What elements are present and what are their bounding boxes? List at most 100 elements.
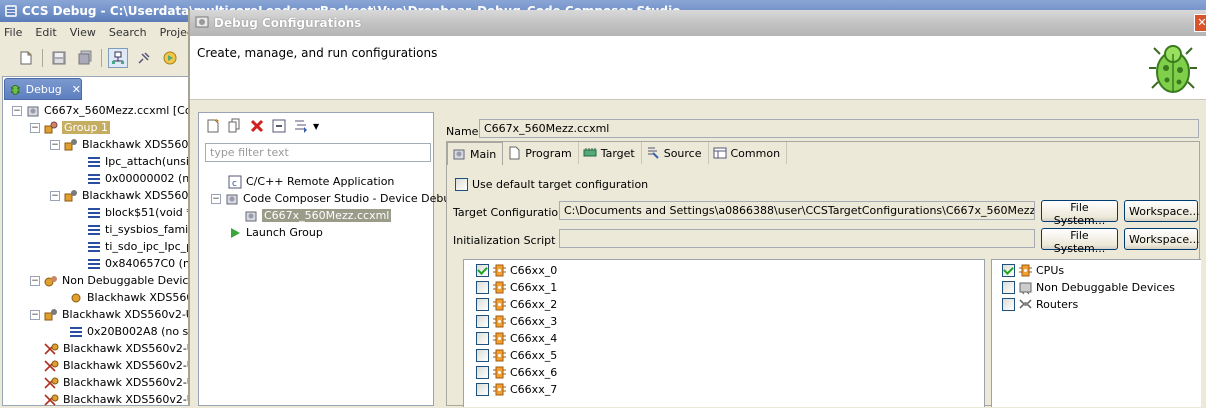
config-item-launch-group[interactable]: Launch Group: [227, 224, 323, 241]
collapse-icon[interactable]: −: [50, 190, 60, 201]
device-filter-checkbox[interactable]: [1002, 281, 1015, 294]
core-item[interactable]: C66xx_3: [476, 313, 557, 330]
debug-button[interactable]: [160, 48, 180, 68]
target-configuration-field[interactable]: C:\Documents and Settings\a0866388\user\…: [559, 201, 1035, 220]
core-item[interactable]: C66xx_7: [476, 381, 557, 398]
core-item[interactable]: C66xx_1: [476, 279, 557, 296]
tree-item[interactable]: Blackhawk XDS560v2-US: [44, 340, 202, 357]
script-file-system-button[interactable]: File System...: [1041, 228, 1118, 255]
tree-item[interactable]: Blackhawk XDS560v2-US: [44, 357, 202, 374]
tab-debug[interactable]: Debug ✕: [4, 78, 82, 100]
device-filter-item[interactable]: CPUs: [1002, 262, 1064, 279]
tree-item[interactable]: − Blackhawk XDS560v2: [50, 136, 202, 153]
tree-item[interactable]: Blackhawk XDS560v2-US: [44, 391, 202, 408]
program-icon: [509, 146, 520, 160]
menu-view[interactable]: View: [70, 26, 96, 39]
core-checkbox[interactable]: [476, 349, 489, 362]
menu-search[interactable]: Search: [109, 26, 147, 39]
device-filter-item[interactable]: Routers: [1002, 296, 1078, 313]
tree-item[interactable]: Ipc_attach(unsig: [86, 153, 196, 170]
filter-input[interactable]: [205, 143, 431, 162]
tree-item[interactable]: − Blackhawk XDS560v2: [50, 187, 202, 204]
name-field[interactable]: C667x_560Mezz.ccxml: [479, 119, 1199, 138]
core-item[interactable]: C66xx_5: [476, 347, 557, 364]
tree-item[interactable]: ti_sysbios_family: [86, 221, 198, 238]
new-configuration-button[interactable]: [203, 116, 223, 136]
collapse-icon[interactable]: −: [12, 105, 22, 116]
new-file-button[interactable]: [16, 48, 36, 68]
tree-item[interactable]: − Non Debuggable Devices: [30, 272, 201, 289]
debug-device-icon: [64, 138, 77, 150]
tree-item[interactable]: 0x840657C0 (no: [86, 255, 197, 272]
close-icon[interactable]: ✕: [72, 83, 81, 96]
script-workspace-button[interactable]: Workspace...: [1124, 228, 1200, 250]
tab-target[interactable]: Target: [578, 142, 642, 164]
core-checkbox[interactable]: [476, 383, 489, 396]
core-item[interactable]: C66xx_4: [476, 330, 557, 347]
tree-item[interactable]: Blackhawk XDS560v2-US: [44, 374, 202, 391]
tree-item-label: Blackhawk XDS560v2-US: [63, 342, 202, 355]
disconnected-device-icon: [44, 376, 59, 389]
chevron-down-icon[interactable]: ▼: [313, 122, 319, 131]
tab-main[interactable]: Main: [447, 142, 504, 165]
tab-program[interactable]: Program: [503, 142, 579, 164]
menu-edit[interactable]: Edit: [35, 26, 56, 39]
core-item[interactable]: C66xx_6: [476, 364, 557, 381]
tree-item[interactable]: 0x00000002 (no: [86, 170, 196, 187]
core-label: C66xx_4: [510, 332, 558, 345]
collapse-icon[interactable]: −: [50, 139, 60, 150]
save-button[interactable]: [49, 48, 69, 68]
tab-source[interactable]: Source: [641, 142, 709, 164]
initialization-script-field[interactable]: [559, 229, 1035, 248]
config-item-ccs-device-debug[interactable]: − Code Composer Studio - Device Debug: [211, 190, 457, 207]
core-item[interactable]: C66xx_0: [476, 262, 557, 279]
duplicate-configuration-button[interactable]: [225, 116, 245, 136]
collapse-icon[interactable]: −: [30, 122, 40, 133]
collapse-icon[interactable]: −: [211, 193, 221, 204]
target-workspace-button[interactable]: Workspace...: [1124, 200, 1200, 222]
connect-button[interactable]: [134, 48, 154, 68]
config-item-cpp-remote[interactable]: c C/C++ Remote Application: [227, 173, 394, 190]
device-filter-checkbox[interactable]: [1002, 298, 1015, 311]
target-file-system-button[interactable]: File System...: [1041, 200, 1118, 227]
dialog-close-button[interactable]: ✕: [1194, 14, 1206, 32]
core-checkbox[interactable]: [476, 332, 489, 345]
device-filter-item[interactable]: Non Debuggable Devices: [1002, 279, 1175, 296]
tree-item[interactable]: − C667x_560Mezz.ccxml [Code: [12, 102, 205, 119]
menu-file[interactable]: File: [4, 26, 22, 39]
core-checkbox[interactable]: [476, 366, 489, 379]
config-item-c667x-560mezz[interactable]: C667x_560Mezz.ccxml: [243, 207, 392, 224]
core-checkbox[interactable]: [476, 281, 489, 294]
tree-item[interactable]: ti_sdo_ipc_Ipc_p: [86, 238, 193, 255]
tree-item-label: Blackhawk XDS560v2: [82, 138, 202, 151]
filter-configurations-button[interactable]: [291, 116, 311, 136]
device-filter-label: Non Debuggable Devices: [1036, 281, 1175, 294]
use-default-target-option[interactable]: Use default target configuration: [455, 178, 648, 191]
delete-configuration-button[interactable]: [247, 116, 267, 136]
tab-common[interactable]: Common: [708, 142, 788, 164]
tree-item[interactable]: − Blackhawk XDS560v2-US: [30, 306, 201, 323]
collapse-icon[interactable]: −: [30, 309, 40, 320]
tree-item[interactable]: − Group 1: [30, 119, 110, 136]
tree-item[interactable]: block$51(void *,: [86, 204, 195, 221]
tree-item[interactable]: 0x20B002A8 (no sym: [68, 323, 206, 340]
save-all-button[interactable]: [75, 48, 95, 68]
cpu-core-icon: [1019, 264, 1032, 277]
tree-item-label: Group 1: [62, 121, 110, 134]
core-item[interactable]: C66xx_2: [476, 296, 557, 313]
collapse-all-button[interactable]: [269, 116, 289, 136]
core-checkbox[interactable]: [476, 264, 489, 277]
tree-item[interactable]: Blackhawk XDS560v2: [68, 289, 207, 306]
debug-perspective-button[interactable]: [108, 48, 128, 68]
core-checkbox[interactable]: [476, 298, 489, 311]
non-debuggable-device-icon: [1019, 282, 1032, 295]
core-label: C66xx_5: [510, 349, 558, 362]
tree-item-label: 0x00000002 (no: [105, 172, 196, 185]
device-filter-checkbox[interactable]: [1002, 264, 1015, 277]
use-default-checkbox[interactable]: [455, 178, 468, 191]
tree-item-label: Blackhawk XDS560v2-US: [63, 359, 202, 372]
dialog-app-icon: [195, 16, 209, 28]
collapse-icon[interactable]: −: [30, 275, 40, 286]
core-checkbox[interactable]: [476, 315, 489, 328]
tree-item-label: Blackhawk XDS560v2-US: [63, 376, 202, 389]
